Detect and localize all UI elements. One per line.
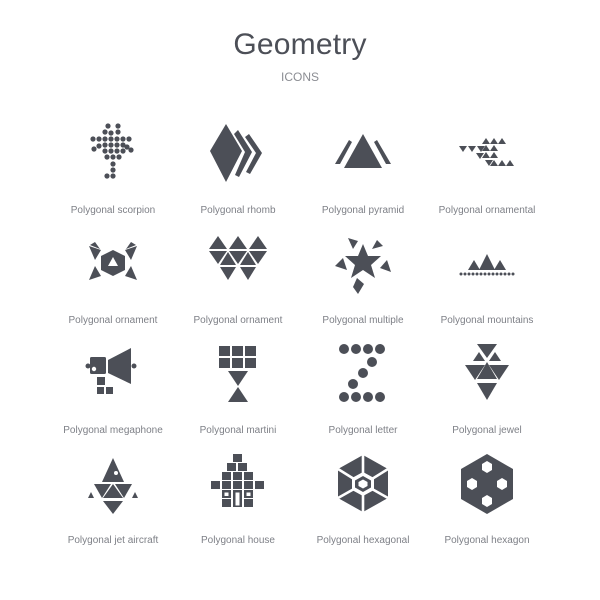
page-title: Geometry	[233, 28, 367, 61]
letter-z-icon	[339, 344, 385, 402]
icon-card-hexagon[interactable]: Polygonal hexagon	[412, 452, 562, 562]
rhomb-icon	[210, 124, 262, 182]
icon-card-ornamental[interactable]: Polygonal ornamental	[412, 122, 562, 232]
hexagonal-icon	[337, 455, 389, 512]
ornament-triangles-icon	[209, 236, 267, 280]
icon-card-jewel[interactable]: Polygonal jewel	[412, 342, 562, 452]
icon-label: Polygonal jewel	[452, 425, 522, 436]
star-icon	[335, 238, 391, 294]
icon-label: Polygonal ornamental	[438, 205, 536, 216]
house-icon	[211, 454, 264, 507]
mountains-icon	[459, 254, 515, 276]
scorpion-icon	[90, 123, 134, 179]
page-subtitle: ICONS	[280, 70, 319, 84]
ornamental-icon	[459, 138, 514, 166]
icon-card-mountains[interactable]: Polygonal mountains	[412, 232, 562, 342]
pyramid-icon	[335, 134, 391, 168]
martini-icon	[219, 346, 256, 402]
jet-aircraft-icon	[88, 458, 138, 514]
hexagon-icon	[461, 454, 513, 514]
icon-label: Polygonal mountains	[440, 315, 534, 326]
megaphone-icon	[85, 348, 137, 394]
icon-label: Polygonal hexagon	[444, 535, 530, 546]
jewel-icon	[465, 344, 509, 400]
ornament-hexagon-icon	[89, 242, 137, 280]
